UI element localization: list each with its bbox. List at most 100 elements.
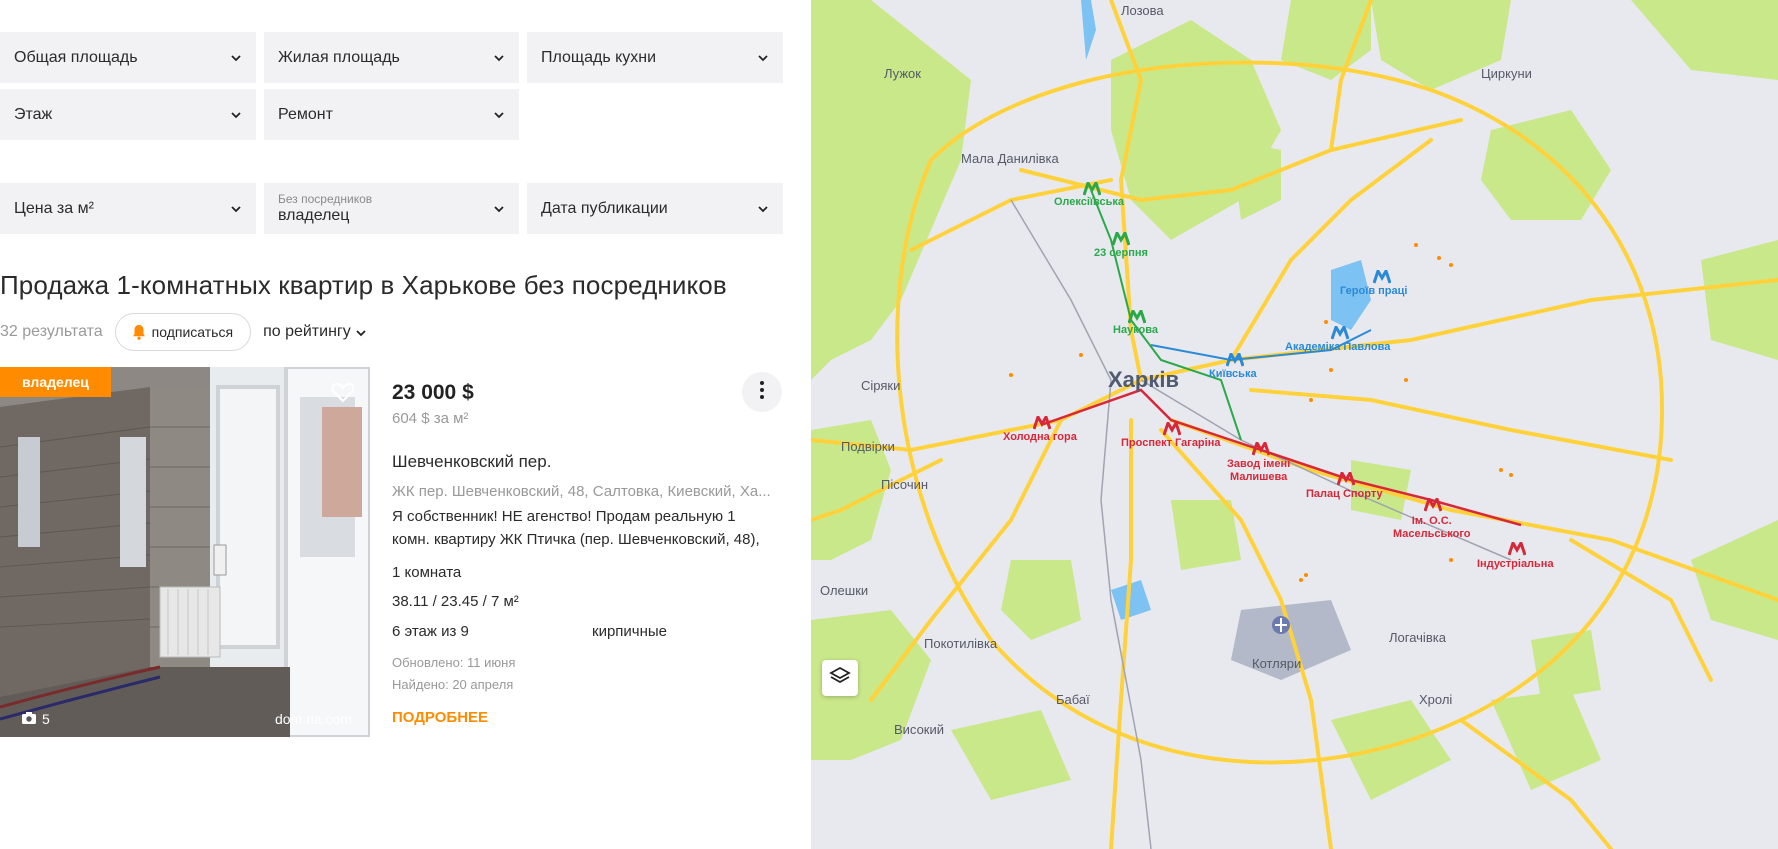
listing-street[interactable]: Шевченковский пер. (392, 452, 551, 472)
listing-description: Я собственник! НЕ агенство! Продам реаль… (392, 508, 760, 548)
filter-kitchen-area[interactable]: Площадь кухни (527, 32, 783, 83)
metro-station-icon[interactable] (1508, 542, 1526, 556)
metro-station-icon[interactable] (1252, 442, 1270, 456)
place-label: Бабаї (1056, 692, 1090, 707)
layers-icon (829, 665, 851, 692)
filter-living-area-label: Жилая площадь (278, 48, 400, 66)
chevron-down-icon (493, 109, 505, 121)
camera-icon (22, 711, 42, 727)
place-label: Котляри (1252, 656, 1302, 671)
metro-station-icon[interactable] (1163, 422, 1181, 436)
metro-label: Ім. О.С. Масельського (1393, 515, 1471, 541)
metro-label: Індустріальна (1477, 558, 1554, 570)
metro-station-icon[interactable] (1373, 270, 1391, 284)
chevron-down-icon (493, 203, 505, 215)
photo-count: 5 (22, 711, 50, 727)
filter-repair-label: Ремонт (278, 105, 333, 123)
apartment-interior-image (0, 367, 370, 737)
metro-label-line2: Масельського (1393, 528, 1471, 540)
place-label: Лозова (1121, 3, 1164, 18)
metro-station-icon[interactable] (1424, 498, 1442, 512)
filter-price-per-m2-label: Цена за м² (14, 199, 94, 217)
metro-label: Холодна гора (1003, 431, 1077, 443)
more-options-button[interactable] (742, 372, 782, 412)
chevron-down-icon (230, 52, 242, 64)
place-label: Логачівка (1389, 630, 1446, 645)
subscribe-button[interactable]: подписаться (114, 313, 252, 351)
listing-price: 23 000 $ (392, 381, 474, 404)
metro-label-line2: Малишева (1230, 471, 1288, 483)
map-canvas (811, 0, 1778, 849)
chevron-down-icon (230, 203, 242, 215)
chevron-down-icon (493, 52, 505, 64)
filter-publish-date[interactable]: Дата публикации (527, 183, 783, 234)
filter-repair[interactable]: Ремонт (264, 89, 519, 140)
listing-updated: Обновлено: 11 июня (392, 655, 516, 670)
place-label: Хролі (1419, 692, 1453, 707)
listing-photo[interactable]: владелец 5 dom.ria.com (0, 367, 370, 737)
results-bar: 32 результата подписаться по рейтингу (0, 312, 367, 352)
metro-station-icon[interactable] (1337, 472, 1355, 486)
listing-address: ЖК пер. Шевченковский, 48, Салтовка, Кие… (392, 483, 771, 500)
listing-walls: кирпичные (592, 623, 668, 640)
vertical-dots-icon (760, 380, 764, 404)
metro-station-icon[interactable] (1128, 310, 1146, 324)
metro-station-icon[interactable] (1083, 182, 1101, 196)
filter-publish-date-label: Дата публикации (541, 199, 668, 217)
metro-label-line1: Завод імені (1227, 458, 1291, 470)
map-layers-button[interactable] (822, 660, 858, 696)
filter-floor-label: Этаж (14, 105, 53, 123)
sort-label: по рейтингу (263, 323, 351, 340)
map[interactable]: Лозова Лужок Циркуни Мала Данилівка Сіря… (811, 0, 1778, 849)
chevron-down-icon (355, 326, 367, 338)
place-label: Мала Данилівка (961, 151, 1059, 166)
place-label: Покотилівка (924, 636, 998, 651)
listing-panel: Общая площадь Жилая площадь Площадь кухн… (0, 0, 811, 849)
metro-station-icon[interactable] (1226, 353, 1244, 367)
place-label: Сіряки (861, 378, 901, 393)
metro-label: Палац Спорту (1306, 488, 1383, 500)
filter-total-area-label: Общая площадь (14, 48, 138, 66)
filter-living-area[interactable]: Жилая площадь (264, 32, 519, 83)
filter-intermediary[interactable]: Без посредников владелец (264, 183, 519, 234)
filter-price-per-m2[interactable]: Цена за м² (0, 183, 256, 234)
owner-badge: владелец (0, 367, 111, 397)
metro-station-icon[interactable] (1033, 416, 1051, 430)
metro-label: Київська (1209, 368, 1257, 380)
metro-label: Наукова (1113, 324, 1158, 336)
filter-intermediary-label: Без посредников (278, 191, 373, 206)
details-link[interactable]: ПОДРОБНЕЕ (392, 709, 488, 726)
chevron-down-icon (230, 109, 242, 121)
place-label: Пісочин (881, 477, 929, 492)
metro-label: Академіка Павлова (1285, 341, 1391, 353)
place-label: Циркуни (1481, 66, 1532, 81)
photo-count-value: 5 (42, 711, 50, 727)
filter-total-area[interactable]: Общая площадь (0, 32, 256, 83)
subscribe-label: подписаться (151, 324, 234, 340)
metro-label: Олексіївська (1054, 196, 1124, 208)
listing-found: Найдено: 20 апреля (392, 677, 514, 692)
metro-label-line1: Ім. О.С. (1411, 515, 1452, 527)
metro-label: Завод імені Малишева (1227, 458, 1290, 484)
heart-icon[interactable] (330, 379, 356, 405)
metro-label: 23 серпня (1094, 247, 1148, 259)
listing-rooms: 1 комната (392, 564, 462, 581)
place-label: Високий (894, 722, 945, 737)
listing-price-per-m2: 604 $ за м² (392, 410, 469, 427)
photo-source: dom.ria.com (274, 711, 352, 727)
chevron-down-icon (757, 52, 769, 64)
chevron-down-icon (757, 203, 769, 215)
place-label: Лужок (884, 66, 921, 81)
page-title: Продажа 1-комнатных квартир в Харькове б… (0, 270, 727, 300)
filter-kitchen-area-label: Площадь кухни (541, 48, 657, 66)
sort-dropdown[interactable]: по рейтингу (263, 323, 367, 341)
filter-intermediary-value: владелец (278, 206, 350, 224)
bell-icon (130, 323, 148, 341)
results-count: 32 результата (0, 323, 103, 340)
metro-station-icon[interactable] (1112, 232, 1130, 246)
metro-label: Героїв праці (1340, 285, 1408, 297)
filter-floor[interactable]: Этаж (0, 89, 256, 140)
place-label: Подвірки (841, 439, 895, 454)
place-label: Олешки (820, 583, 869, 598)
metro-station-icon[interactable] (1331, 326, 1349, 340)
